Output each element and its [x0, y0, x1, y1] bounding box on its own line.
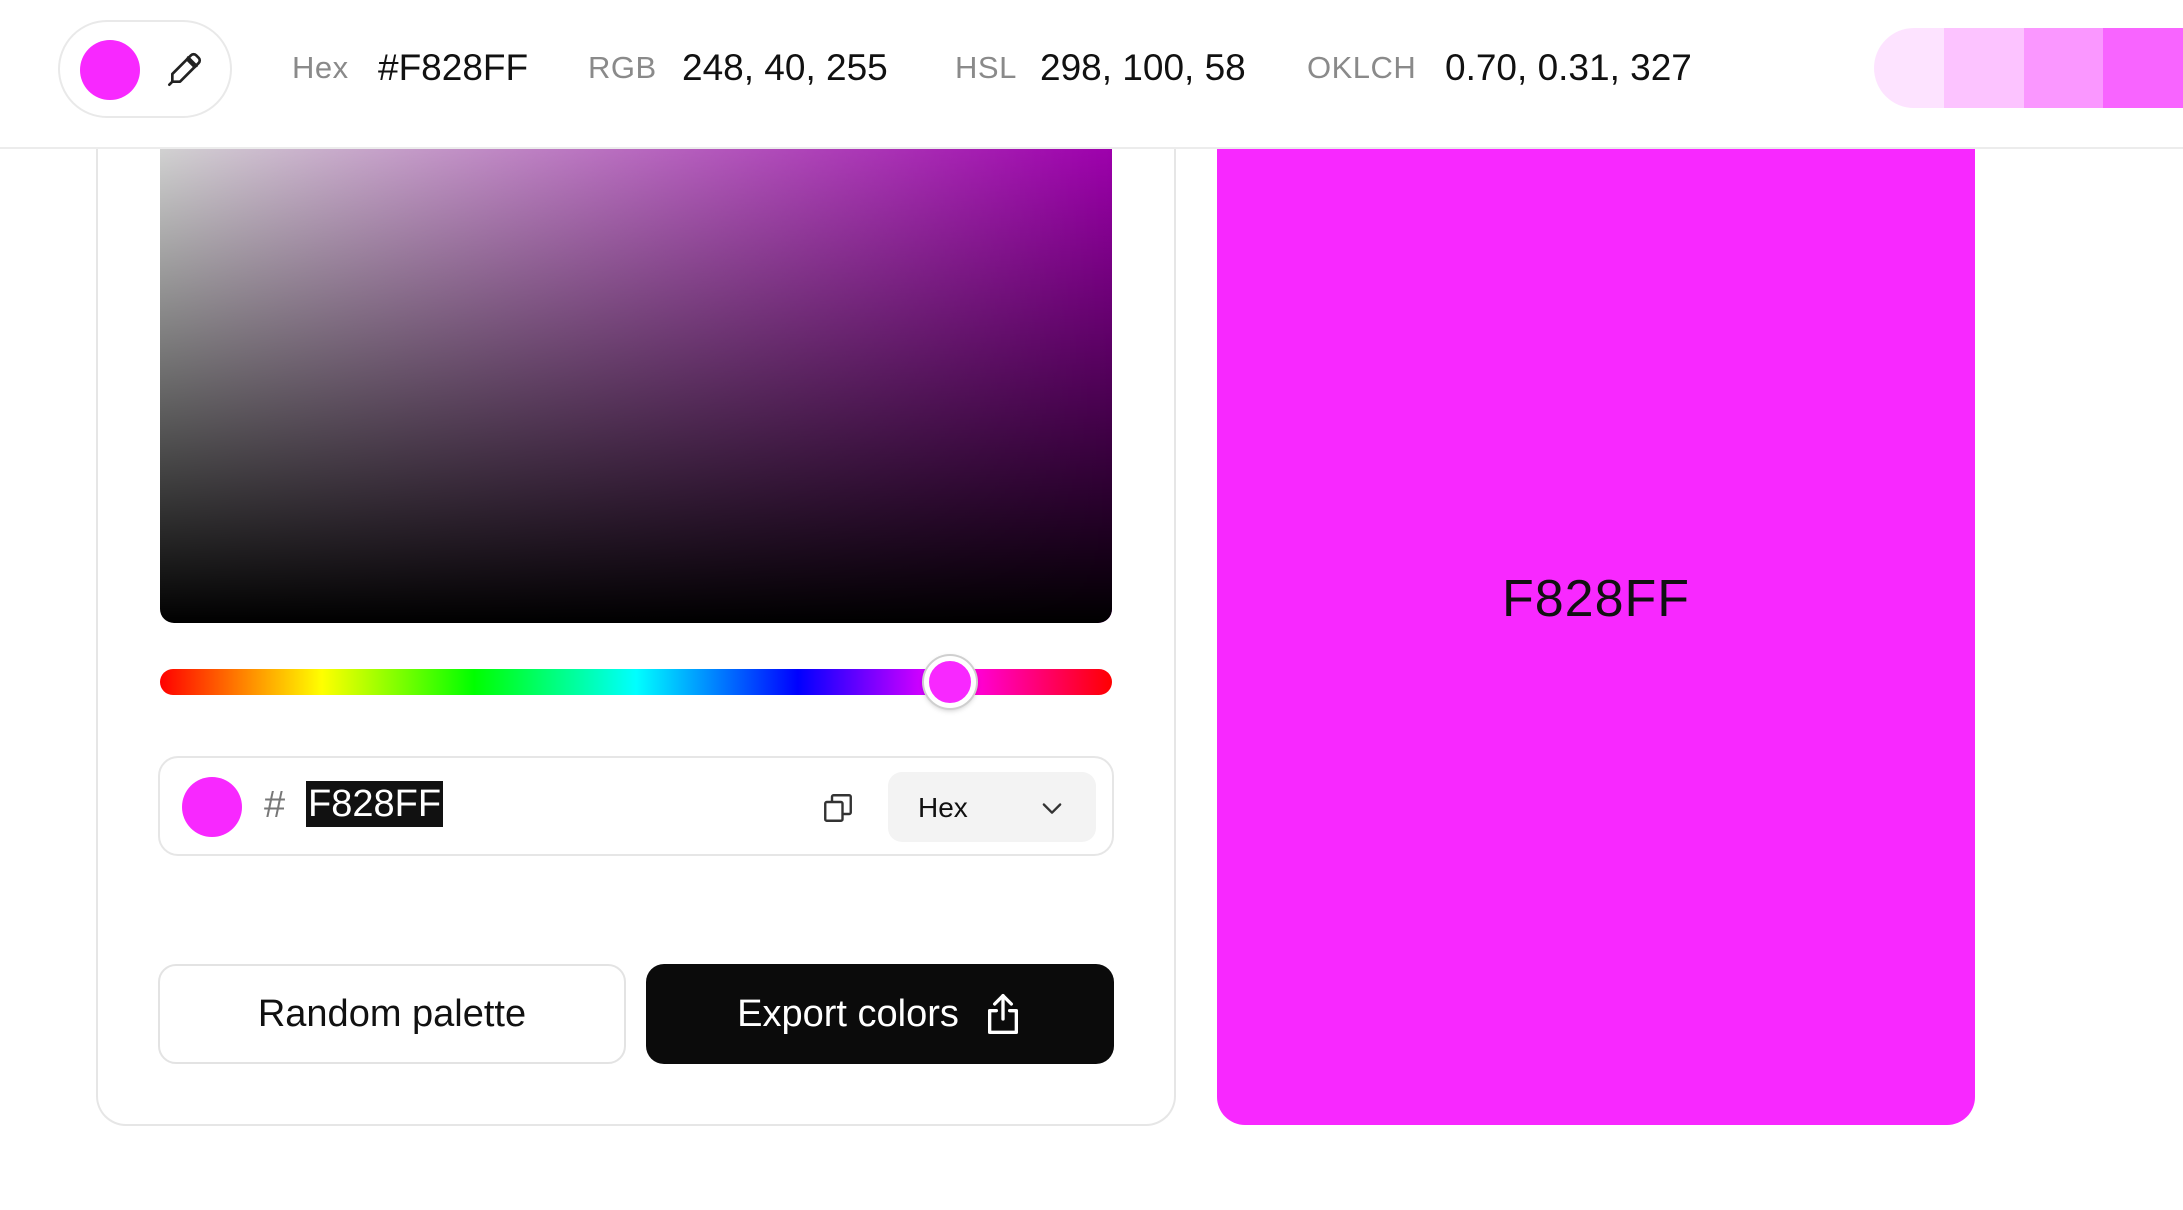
color-preview-card: F828FF	[1217, 149, 1975, 1125]
export-colors-button[interactable]: Export colors	[646, 964, 1114, 1064]
hash-prefix: #	[264, 784, 286, 826]
hsl-value[interactable]: 298, 100, 58	[1040, 47, 1246, 89]
oklch-label: OKLCH	[1307, 50, 1417, 85]
hue-slider-thumb[interactable]	[924, 656, 976, 708]
color-picker-pill[interactable]	[58, 20, 232, 118]
format-select[interactable]: Hex	[888, 772, 1096, 842]
shade-swatch[interactable]	[1874, 28, 1944, 108]
saturation-brightness-area[interactable]	[160, 149, 1112, 623]
input-color-swatch	[182, 777, 242, 837]
share-icon	[987, 994, 1018, 1035]
shade-swatch[interactable]	[1943, 28, 2024, 108]
preview-color-name: F828FF	[1501, 570, 1691, 628]
random-palette-label: Random palette	[257, 992, 527, 1035]
shade-swatch[interactable]	[2103, 28, 2183, 108]
rgb-label: RGB	[588, 50, 657, 85]
hsl-label: HSL	[955, 50, 1017, 85]
current-color-swatch[interactable]	[80, 40, 140, 100]
random-palette-button[interactable]: Random palette	[158, 964, 626, 1064]
shade-swatch[interactable]	[2023, 28, 2104, 108]
eyedropper-icon[interactable]	[164, 50, 204, 90]
hex-input[interactable]: F828FF	[306, 781, 444, 827]
shade-strip	[1874, 28, 2183, 108]
color-code-bar: Hex #F828FF RGB 248, 40, 255 HSL 298, 10…	[0, 0, 2183, 149]
hex-input-row: # F828FF Hex	[158, 756, 1114, 856]
hex-label: Hex	[292, 50, 349, 85]
export-colors-label: Export colors	[737, 992, 959, 1035]
chevron-down-icon	[1042, 803, 1062, 814]
oklch-value[interactable]: 0.70, 0.31, 327	[1445, 47, 1692, 89]
hex-value[interactable]: #F828FF	[378, 47, 528, 89]
rgb-value[interactable]: 248, 40, 255	[682, 47, 888, 89]
copy-icon[interactable]	[820, 790, 856, 826]
format-select-value: Hex	[918, 792, 968, 823]
